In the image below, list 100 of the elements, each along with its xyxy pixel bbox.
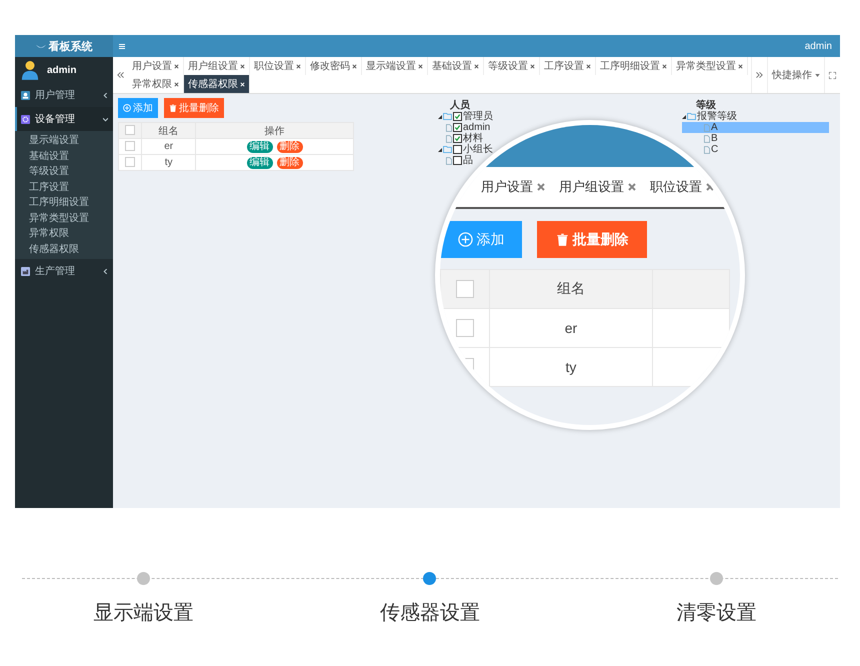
sidebar-menu-item[interactable]: 设备管理 bbox=[15, 107, 113, 131]
tab[interactable]: 工序明细设置 bbox=[596, 57, 672, 75]
scroll-right-icon[interactable] bbox=[756, 72, 763, 78]
sidebar-menu-item[interactable]: 用户管理 bbox=[15, 83, 113, 107]
close-icon[interactable] bbox=[352, 64, 357, 68]
column-header: 操作 bbox=[196, 122, 354, 138]
tree-node-label[interactable]: 小组长 bbox=[463, 144, 493, 155]
tree-checkbox[interactable] bbox=[453, 134, 462, 143]
tree-node-label[interactable]: 报警等级 bbox=[697, 111, 737, 122]
tab[interactable]: 职位设置 bbox=[650, 178, 714, 196]
row-checkbox[interactable] bbox=[125, 157, 135, 168]
fullscreen-icon[interactable] bbox=[829, 72, 836, 78]
tree-row[interactable]: A bbox=[682, 122, 829, 133]
gear-icon bbox=[21, 114, 30, 124]
chevron-left-icon bbox=[103, 92, 108, 98]
tree-checkbox[interactable] bbox=[453, 156, 462, 165]
factory-icon bbox=[21, 266, 30, 276]
tab[interactable]: 工序设置 bbox=[540, 57, 596, 75]
tree-node-label[interactable]: B bbox=[711, 133, 718, 144]
row-checkbox[interactable] bbox=[456, 319, 474, 338]
select-all-checkbox[interactable] bbox=[456, 280, 474, 298]
avatar-icon bbox=[21, 60, 39, 80]
edit-button[interactable]: 编辑 bbox=[246, 140, 273, 152]
tab[interactable]: 基础设置 bbox=[428, 57, 484, 75]
step-label[interactable]: 清零设置 bbox=[676, 599, 757, 626]
step-label[interactable]: 传感器设置 bbox=[380, 599, 480, 626]
chevron-left-icon bbox=[103, 268, 108, 274]
tab[interactable]: 职位设置 bbox=[250, 57, 306, 75]
edit-button[interactable]: 编辑 bbox=[246, 156, 273, 168]
plus-circle-icon bbox=[123, 104, 131, 112]
expander-icon[interactable] bbox=[438, 148, 442, 152]
close-icon[interactable] bbox=[530, 64, 535, 68]
tree-node-label[interactable]: 材料 bbox=[463, 133, 483, 144]
submenu-item[interactable]: 异常权限 bbox=[15, 226, 113, 242]
submenu-item[interactable]: 工序明细设置 bbox=[15, 195, 113, 210]
user-name: admin bbox=[47, 64, 76, 76]
caret-icon bbox=[815, 74, 820, 76]
tab[interactable]: 修改密码 bbox=[306, 57, 362, 75]
close-icon[interactable] bbox=[296, 64, 301, 68]
header-user[interactable]: admin bbox=[804, 40, 832, 52]
logo-icon bbox=[36, 42, 46, 50]
tree-row[interactable]: B bbox=[704, 133, 718, 144]
tab[interactable]: 用户设置 bbox=[128, 57, 184, 75]
chevron-down-icon bbox=[103, 116, 108, 122]
tab[interactable]: 用户组设置 bbox=[559, 178, 636, 196]
step-label[interactable]: 显示端设置 bbox=[93, 599, 194, 626]
close-icon[interactable] bbox=[738, 64, 743, 68]
file-icon bbox=[446, 156, 452, 164]
sidebar-menu-item[interactable]: 生产管理 bbox=[15, 259, 113, 283]
menu-label: 设备管理 bbox=[35, 113, 76, 126]
column-header: 组名 bbox=[490, 270, 652, 308]
row-checkbox[interactable] bbox=[125, 141, 135, 152]
tab[interactable]: 传感器权限 bbox=[184, 75, 250, 93]
tree-node-label[interactable]: 管理员 bbox=[463, 111, 493, 122]
submenu-item[interactable]: 基础设置 bbox=[15, 148, 113, 164]
quick-actions-dropdown[interactable]: 快捷操作 bbox=[767, 57, 825, 93]
close-icon[interactable] bbox=[586, 64, 591, 68]
tree-node-label[interactable]: C bbox=[711, 144, 718, 155]
tree-row[interactable]: C bbox=[704, 144, 718, 155]
tree-node-label[interactable]: admin bbox=[463, 122, 490, 133]
tree-title: 人员 bbox=[448, 100, 471, 111]
close-icon[interactable] bbox=[662, 64, 667, 68]
menu-icon[interactable] bbox=[119, 44, 125, 48]
folder-icon bbox=[443, 113, 452, 120]
tree-checkbox[interactable] bbox=[453, 145, 462, 154]
plus-circle-icon bbox=[458, 232, 472, 247]
trash-icon bbox=[169, 104, 177, 112]
table-cell: er bbox=[142, 138, 196, 154]
close-icon[interactable] bbox=[474, 64, 479, 68]
trash-icon bbox=[556, 233, 568, 246]
submenu-item[interactable]: 工序设置 bbox=[15, 180, 113, 195]
app-title: 看板系统 bbox=[48, 40, 92, 54]
user-icon bbox=[21, 90, 30, 100]
menu-label: 生产管理 bbox=[35, 264, 76, 278]
table-cell: ty bbox=[490, 348, 652, 386]
column-header: 组名 bbox=[142, 122, 196, 138]
tree-checkbox[interactable] bbox=[453, 112, 462, 121]
close-icon[interactable] bbox=[418, 64, 423, 68]
close-icon[interactable] bbox=[240, 64, 245, 68]
tree-checkbox[interactable] bbox=[453, 123, 462, 132]
submenu-item[interactable]: 等级设置 bbox=[15, 164, 113, 180]
select-all-checkbox[interactable] bbox=[125, 125, 135, 136]
menu-label: 用户管理 bbox=[35, 88, 76, 102]
folder-icon bbox=[443, 146, 452, 153]
close-icon[interactable] bbox=[174, 82, 179, 86]
table-cell: er bbox=[490, 308, 652, 348]
tree-node-label[interactable]: 品 bbox=[463, 155, 473, 166]
close-icon[interactable] bbox=[174, 64, 179, 68]
submenu-item[interactable]: 异常类型设置 bbox=[15, 210, 113, 226]
tab[interactable]: 显示端设置 bbox=[362, 57, 428, 75]
scroll-left-icon[interactable] bbox=[117, 72, 124, 78]
submenu-item[interactable]: 传感器权限 bbox=[15, 242, 113, 257]
tab[interactable]: 异常类型设置 bbox=[672, 57, 748, 75]
submenu-item[interactable]: 显示端设置 bbox=[15, 133, 113, 148]
tree-title: 等级 bbox=[695, 100, 717, 111]
table-cell: ty bbox=[142, 154, 196, 170]
folder-icon bbox=[687, 113, 696, 120]
tab[interactable]: 等级设置 bbox=[484, 57, 540, 75]
tab[interactable]: 用户设置 bbox=[481, 178, 545, 196]
tree-node-label[interactable]: A bbox=[711, 122, 718, 133]
